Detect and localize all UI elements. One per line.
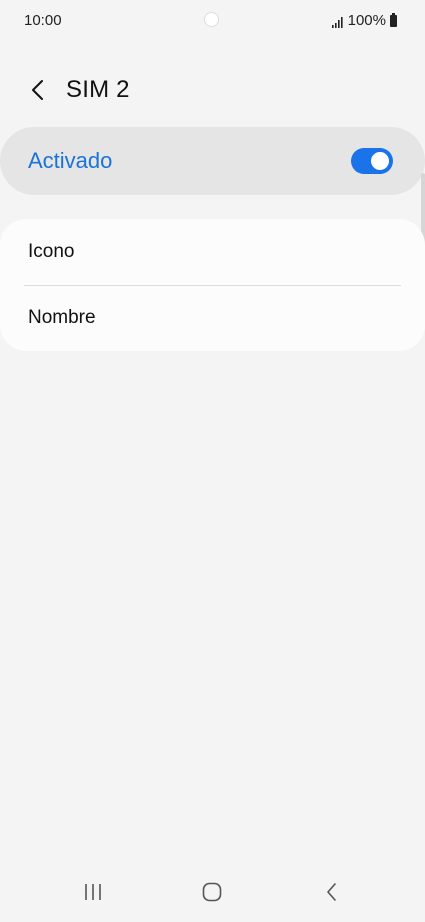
settings-card: Icono Nombre [0,219,425,351]
toggle-knob [369,150,391,172]
home-button[interactable] [190,874,234,910]
status-indicators: 100% [331,12,397,29]
recents-icon [85,884,101,900]
chevron-left-icon [32,80,43,100]
screen: 10:00 100% SIM 2 Activado Icono Nombre [0,0,425,922]
status-time: 10:00 [24,12,62,29]
recents-button[interactable] [71,874,115,910]
settings-item-label: Nombre [28,307,96,328]
back-icon [327,883,336,901]
battery-percentage: 100% [347,12,386,29]
nav-back-button[interactable] [310,874,354,910]
header: SIM 2 [0,68,425,112]
master-switch-row[interactable]: Activado [0,127,425,195]
settings-item-label: Icono [28,241,75,262]
home-icon [202,882,222,902]
front-camera [204,12,219,27]
back-button[interactable] [22,74,54,106]
page-title: SIM 2 [66,76,130,103]
status-bar: 10:00 100% [0,0,425,40]
settings-item-nombre[interactable]: Nombre [0,285,425,351]
signal-icon [331,15,344,28]
battery-icon [390,12,397,27]
master-switch-label: Activado [28,148,113,173]
master-toggle[interactable] [351,148,393,174]
settings-item-icono[interactable]: Icono [0,219,425,285]
navigation-bar [0,862,425,922]
